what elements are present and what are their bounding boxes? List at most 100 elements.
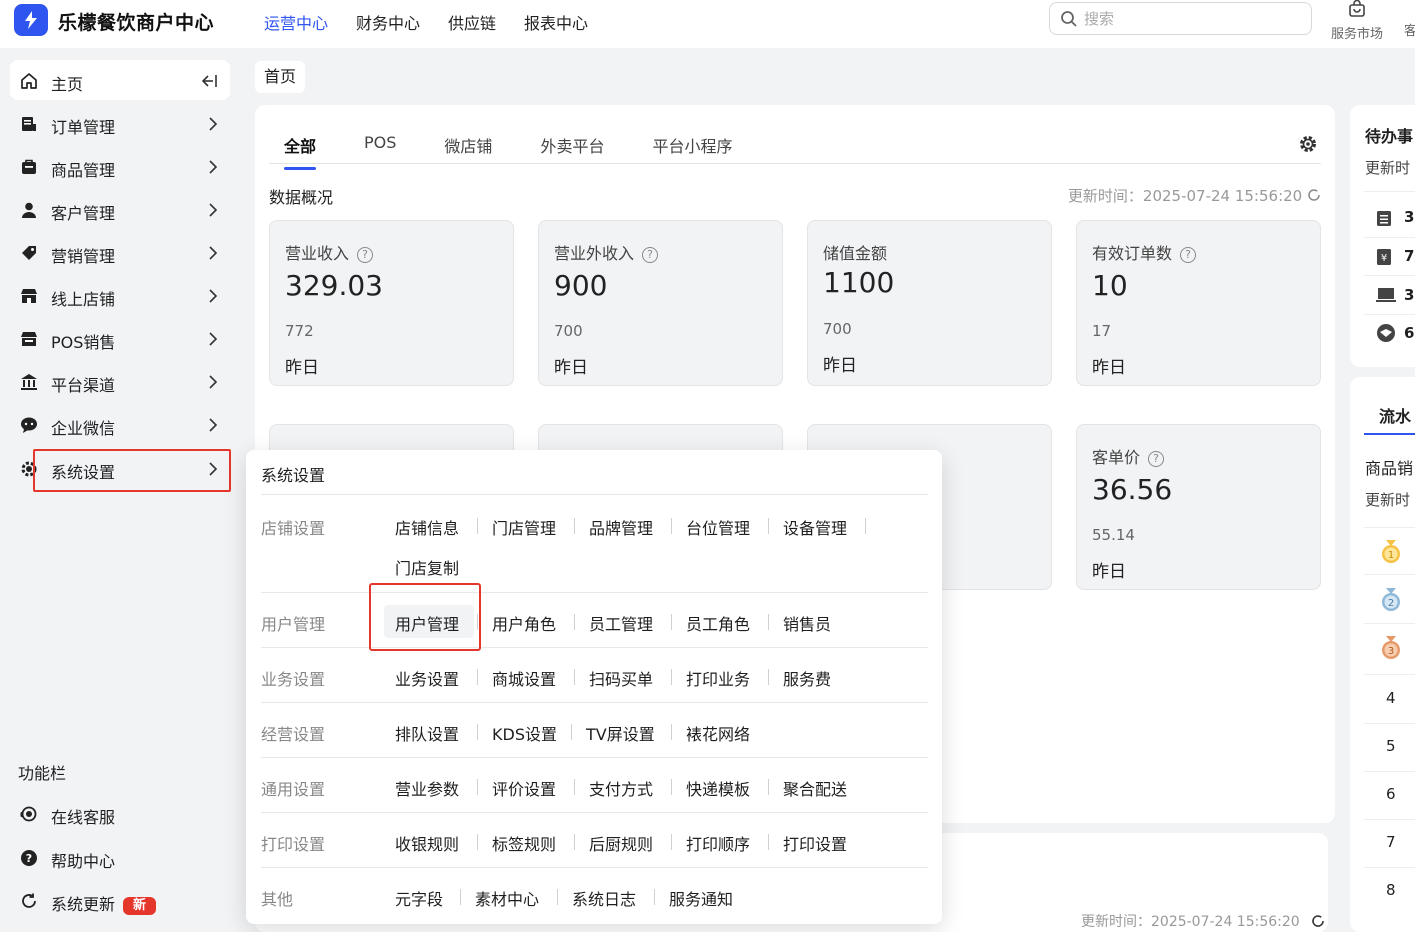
- link-kds-settings[interactable]: KDS设置: [492, 721, 557, 745]
- tab-all[interactable]: 全部: [284, 133, 317, 170]
- link-tv-settings[interactable]: TV屏设置: [586, 721, 655, 745]
- link-store-info[interactable]: 店铺信息: [395, 515, 459, 539]
- link-separator: [865, 518, 866, 534]
- link-table-management[interactable]: 台位管理: [686, 515, 750, 539]
- breadcrumb[interactable]: 首页: [255, 61, 306, 93]
- link-separator: [671, 614, 672, 630]
- sidebar-item-system-update[interactable]: 系统更新新: [10, 881, 230, 921]
- chevron-right-icon: [209, 246, 218, 260]
- link-salesperson[interactable]: 销售员: [783, 611, 831, 635]
- link-shipping-templates[interactable]: 快递模板: [686, 776, 750, 800]
- link-custom-fields[interactable]: 元字段: [395, 886, 443, 910]
- tab-pos[interactable]: POS: [364, 133, 396, 170]
- link-business-params[interactable]: 营业参数: [395, 776, 459, 800]
- link-staff-roles[interactable]: 员工角色: [686, 611, 750, 635]
- service-market-label: 服务市场: [1330, 27, 1383, 42]
- link-decoration-network[interactable]: 裱花网络: [686, 721, 750, 745]
- link-staff-management[interactable]: 员工管理: [589, 611, 653, 635]
- link-print-business[interactable]: 打印业务: [686, 666, 750, 690]
- brand-logo[interactable]: [14, 4, 48, 36]
- link-separator: [477, 518, 478, 534]
- help-icon[interactable]: ?: [1180, 247, 1197, 263]
- sidebar-item-channels[interactable]: 平台渠道: [10, 362, 230, 402]
- card-yesterday-label: 昨日: [1092, 358, 1126, 378]
- topnav-reports[interactable]: 报表中心: [524, 10, 588, 34]
- todo-divider: [1364, 314, 1415, 315]
- link-brand-management[interactable]: 品牌管理: [589, 515, 653, 539]
- sidebar-item-wecom[interactable]: 企业微信: [10, 405, 230, 445]
- help-icon[interactable]: ?: [357, 247, 374, 263]
- sidebar-item-online-store[interactable]: 线上店铺: [10, 276, 230, 316]
- sidebar-item-help-center[interactable]: ? 帮助中心: [10, 838, 230, 878]
- link-print-order[interactable]: 打印顺序: [686, 831, 750, 855]
- link-service-fee[interactable]: 服务费: [783, 666, 831, 690]
- link-aggregated-delivery[interactable]: 聚合配送: [783, 776, 847, 800]
- link-system-logs[interactable]: 系统日志: [572, 886, 636, 910]
- todo-item-2[interactable]: ¥7: [1376, 247, 1414, 270]
- todo-item-4[interactable]: 6: [1376, 323, 1414, 347]
- tab-mini-program[interactable]: 平台小程序: [652, 133, 732, 170]
- sidebar-item-online-service[interactable]: 在线客服: [10, 794, 230, 834]
- sidebar-item-orders[interactable]: 订单管理: [10, 104, 230, 144]
- todo-item-1[interactable]: 3: [1376, 208, 1414, 231]
- highlight-box-user-management: [369, 583, 481, 651]
- card-value: 10: [1092, 269, 1128, 302]
- link-review-settings[interactable]: 评价设置: [492, 776, 556, 800]
- tab-delivery-platform[interactable]: 外卖平台: [540, 133, 604, 170]
- link-print-settings[interactable]: 打印设置: [783, 831, 847, 855]
- link-scan-pay[interactable]: 扫码买单: [589, 666, 653, 690]
- link-service-notifications[interactable]: 服务通知: [669, 886, 733, 910]
- stat-card-stored-value[interactable]: 储值金额 1100 700 昨日: [807, 220, 1052, 386]
- tab-flow[interactable]: 流水: [1379, 403, 1411, 427]
- stat-card-valid-orders[interactable]: 有效订单数? 10 17 昨日: [1076, 220, 1321, 386]
- link-separator: [768, 834, 769, 850]
- sidebar-item-pos-sales[interactable]: POS销售: [10, 319, 230, 359]
- stat-card-revenue[interactable]: 营业收入? 329.03 772 昨日: [269, 220, 514, 386]
- topnav-finance[interactable]: 财务中心: [356, 10, 420, 34]
- laptop-icon: [1376, 288, 1396, 302]
- link-outlet-management[interactable]: 门店管理: [492, 515, 556, 539]
- search-input[interactable]: [1084, 8, 1304, 30]
- link-separator: [768, 669, 769, 685]
- sidebar-item-products[interactable]: 商品管理: [10, 147, 230, 187]
- card-value: 329.03: [285, 269, 383, 302]
- settings-icon[interactable]: [1298, 134, 1318, 154]
- link-business-settings[interactable]: 业务设置: [395, 666, 459, 690]
- link-device-management[interactable]: 设备管理: [783, 515, 847, 539]
- rank-number: 1: [1388, 550, 1394, 561]
- link-label-rules[interactable]: 标签规则: [492, 831, 556, 855]
- sidebar-item-customers[interactable]: 客户管理: [10, 190, 230, 230]
- link-separator: [477, 724, 478, 740]
- todo-divider: [1364, 191, 1415, 192]
- customer-service-link[interactable]: 客: [1404, 20, 1415, 39]
- silver-medal-icon: 2: [1380, 588, 1402, 612]
- link-media-center[interactable]: 素材中心: [475, 886, 539, 910]
- link-payment-methods[interactable]: 支付方式: [589, 776, 653, 800]
- card-yesterday-label: 昨日: [285, 358, 319, 378]
- help-icon[interactable]: ?: [642, 247, 659, 263]
- stat-card-avg-price[interactable]: 客单价? 36.56 55.14 昨日: [1076, 424, 1321, 590]
- link-queue-settings[interactable]: 排队设置: [395, 721, 459, 745]
- stat-card-nonop-revenue[interactable]: 营业外收入? 900 700 昨日: [538, 220, 783, 386]
- collapse-icon[interactable]: [200, 73, 218, 89]
- service-market[interactable]: 服务市场: [1327, 0, 1387, 42]
- link-mall-settings[interactable]: 商城设置: [492, 666, 556, 690]
- link-separator: [671, 834, 672, 850]
- link-kitchen-rules[interactable]: 后厨规则: [589, 831, 653, 855]
- topnav-supply[interactable]: 供应链: [448, 10, 496, 34]
- tab-micro-store[interactable]: 微店铺: [444, 133, 492, 170]
- todo-item-3[interactable]: 3: [1376, 286, 1414, 307]
- topnav-ops[interactable]: 运营中心: [264, 10, 328, 34]
- card-title-text: 营业收入: [285, 244, 350, 263]
- link-outlet-copy[interactable]: 门店复制: [395, 555, 459, 579]
- sidebar-item-marketing[interactable]: 营销管理: [10, 233, 230, 273]
- reload-icon[interactable]: [1307, 188, 1321, 202]
- link-user-roles[interactable]: 用户角色: [492, 611, 556, 635]
- rank-divider: [1364, 674, 1415, 675]
- popup-divider: [261, 812, 928, 813]
- reload-icon[interactable]: [1310, 913, 1326, 929]
- help-icon[interactable]: ?: [1148, 451, 1165, 467]
- link-cashier-rules[interactable]: 收银规则: [395, 831, 459, 855]
- sidebar-item-home[interactable]: 主页: [10, 61, 230, 101]
- system-update-label: 系统更新: [51, 895, 116, 914]
